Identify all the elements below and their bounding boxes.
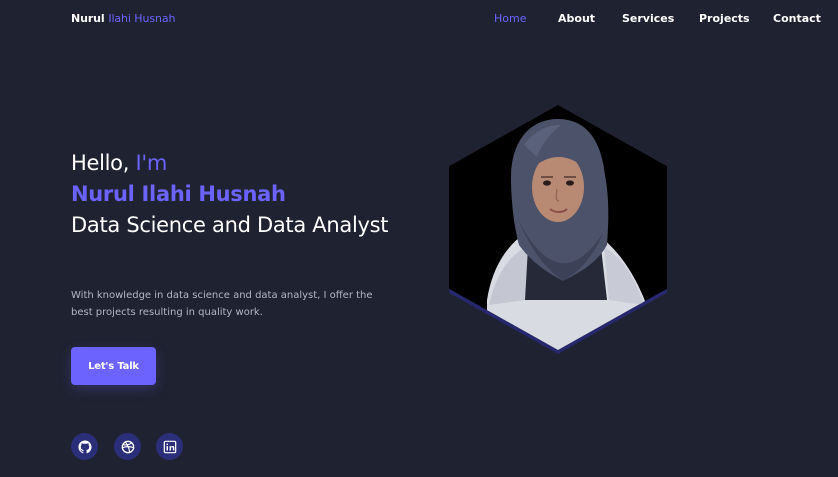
page: Nurul Ilahi Husnah Home About Services P… xyxy=(0,0,838,477)
greeting-accent: I'm xyxy=(135,151,168,175)
dribbble-icon xyxy=(121,440,134,453)
nav-about[interactable]: About xyxy=(558,12,595,25)
site-header: Nurul Ilahi Husnah Home About Services P… xyxy=(0,0,838,40)
linkedin-link[interactable] xyxy=(156,433,183,460)
hero-heading: Hello, I'm Nurul Ilahi Husnah Data Scien… xyxy=(71,148,401,241)
hero-role: Data Science and Data Analyst xyxy=(71,213,389,237)
nav-home[interactable]: Home xyxy=(494,12,526,25)
hero-description: With knowledge in data science and data … xyxy=(71,290,373,318)
linkedin-icon xyxy=(163,440,176,453)
main-nav: Home About Services Projects Contact xyxy=(0,12,838,28)
profile-photo xyxy=(487,119,645,350)
hero-name: Nurul Ilahi Husnah xyxy=(71,182,286,206)
nav-services[interactable]: Services xyxy=(622,12,674,25)
github-icon xyxy=(77,439,92,453)
lets-talk-button[interactable]: Let's Talk xyxy=(71,347,156,385)
github-link[interactable] xyxy=(71,433,98,460)
profile-hexagon xyxy=(449,105,667,354)
nav-contact[interactable]: Contact xyxy=(773,12,821,25)
greeting: Hello, xyxy=(71,151,130,175)
hero-title: Hello, I'm Nurul Ilahi Husnah Data Scien… xyxy=(71,148,401,241)
hexagon-frame xyxy=(449,105,667,350)
dribbble-link[interactable] xyxy=(114,433,141,460)
nav-projects[interactable]: Projects xyxy=(699,12,750,25)
